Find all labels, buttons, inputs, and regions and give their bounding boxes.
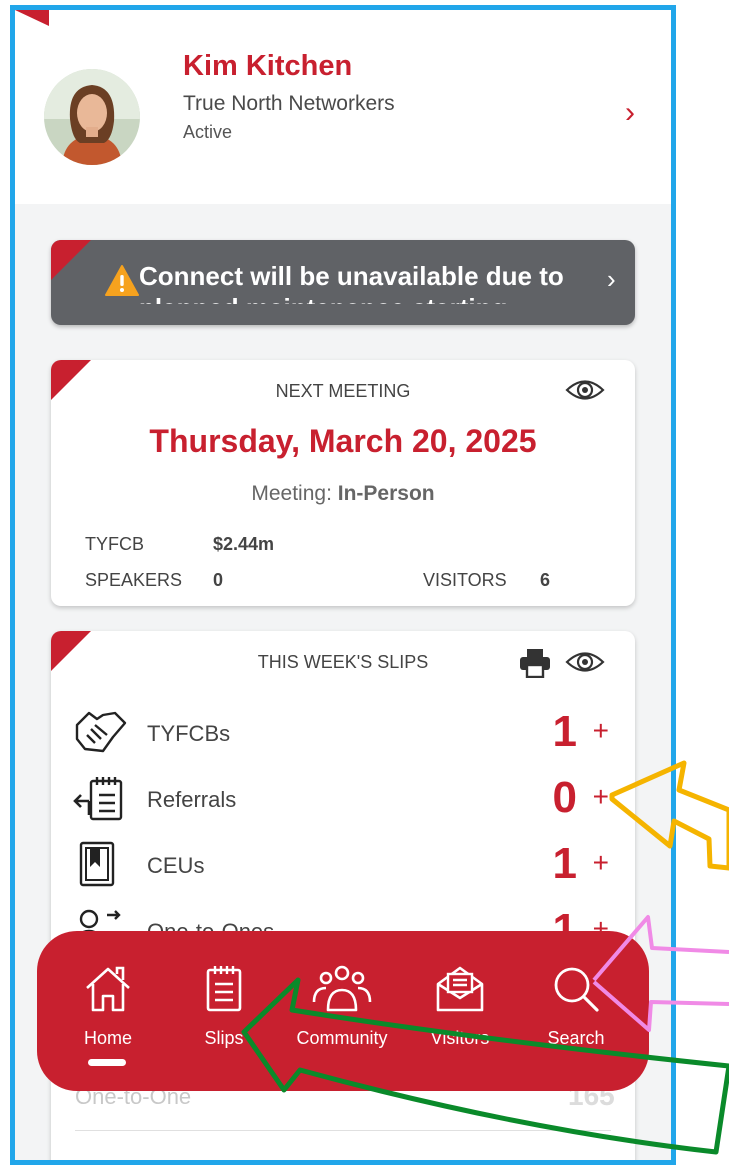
eye-icon[interactable] (565, 649, 605, 675)
active-indicator (88, 1059, 126, 1066)
slip-count: 1 (552, 839, 577, 888)
chevron-right-icon[interactable]: › (625, 96, 635, 130)
slip-label: TYFCBs (147, 721, 231, 746)
add-slip-button[interactable]: + (593, 781, 609, 813)
maintenance-banner[interactable]: Connect will be unavailable due to plann… (51, 240, 635, 325)
nav-label: Home (83, 1028, 132, 1048)
speakers-label: SPEAKERS (85, 570, 183, 590)
community-icon (312, 965, 372, 1012)
slip-label: Referrals (147, 787, 237, 812)
slip-count: 1 (552, 707, 577, 756)
tyfcb-value: $2.44m (213, 534, 275, 554)
slip-row-ceus[interactable]: CEUs 1 + (51, 835, 635, 895)
nav-community[interactable]: Community (287, 931, 397, 1091)
nav-home[interactable]: Home (53, 931, 163, 1091)
avatar[interactable] (44, 69, 140, 165)
visitors-value: 6 (540, 570, 551, 590)
handshake-icon (75, 711, 127, 753)
profile-header[interactable]: Kim Kitchen True North Networkers Active… (15, 10, 671, 204)
speakers-value: 0 (213, 570, 224, 590)
slip-count: 0 (552, 773, 577, 822)
visitors-label: VISITORS (423, 570, 507, 590)
add-slip-button[interactable]: + (593, 715, 609, 747)
tyfcb-label: TYFCB (85, 534, 145, 554)
nav-label: Visitors (430, 1028, 490, 1048)
card-title: NEXT MEETING (275, 381, 411, 401)
nav-visitors[interactable]: Visitors (405, 931, 515, 1091)
app-screen: Kim Kitchen True North Networkers Active… (10, 5, 676, 1165)
nav-label: Search (547, 1028, 605, 1048)
corner-accent (51, 240, 91, 280)
banner-text: Connect will be unavailable due to plann… (139, 261, 564, 304)
divider (75, 1130, 611, 1131)
printer-icon[interactable] (519, 648, 551, 678)
meeting-type: Meeting: In-Person (51, 482, 635, 506)
nav-slips[interactable]: Slips (169, 931, 279, 1091)
member-name: Kim Kitchen (183, 50, 353, 82)
chevron-right-icon[interactable]: › (607, 264, 616, 295)
meeting-type-value: In-Person (337, 482, 435, 505)
slip-label: CEUs (147, 853, 205, 878)
corner-accent (15, 10, 49, 26)
referral-list-icon (73, 777, 123, 821)
slip-row-referrals[interactable]: Referrals 0 + (51, 769, 635, 829)
bottom-nav: Home Slips Community Visitors Search (37, 931, 649, 1091)
add-slip-button[interactable]: + (593, 847, 609, 879)
home-icon (86, 966, 130, 1012)
nav-search[interactable]: Search (521, 931, 631, 1091)
clipboard-icon (206, 966, 242, 1012)
next-meeting-card[interactable]: NEXT MEETING Thursday, March 20, 2025 Me… (51, 360, 635, 606)
envelope-icon (436, 966, 484, 1012)
slip-row-tyfcbs[interactable]: TYFCBs 1 + (51, 703, 635, 763)
eye-icon[interactable] (565, 377, 605, 403)
book-icon (79, 841, 115, 887)
meeting-date: Thursday, March 20, 2025 (149, 423, 537, 459)
chapter-name: True North Networkers (183, 92, 395, 115)
nav-label: Slips (204, 1028, 244, 1048)
search-icon (554, 967, 599, 1012)
member-status: Active (183, 122, 233, 142)
meeting-type-label: Meeting: (251, 482, 332, 505)
warning-icon (105, 265, 139, 296)
nav-label: Community (296, 1028, 388, 1048)
